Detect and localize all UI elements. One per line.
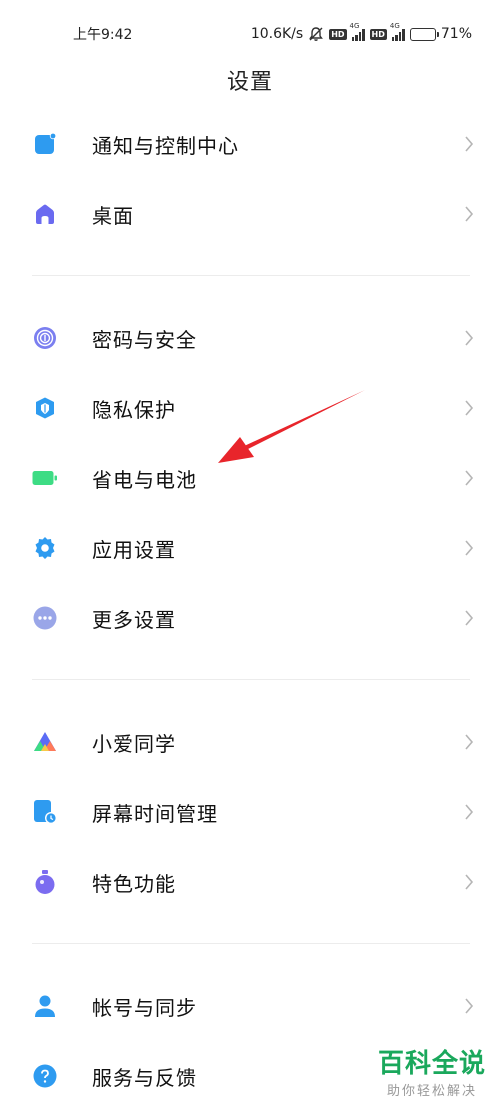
setting-item-more-settings[interactable]: 更多设置 — [0, 583, 500, 653]
setting-item-label: 省电与电池 — [92, 467, 197, 492]
chevron-right-icon — [465, 136, 474, 152]
setting-item-label: 隐私保护 — [92, 397, 176, 422]
settings-screen: 上午9:42 10.6K/s HD 4G HD 4G 71% 设置 通知与控制中… — [0, 0, 500, 1111]
more-dots-icon — [32, 605, 58, 631]
home-icon — [32, 201, 58, 227]
setting-item-label: 更多设置 — [92, 607, 176, 632]
privacy-shield-icon — [32, 395, 58, 421]
signal-icon-1: 4G — [350, 22, 365, 41]
setting-item-label: 特色功能 — [92, 871, 176, 896]
watermark-subtitle: 助你轻松解决 — [386, 1084, 477, 1099]
battery-percent: 71% — [440, 26, 472, 42]
chevron-right-icon — [465, 874, 474, 890]
fingerprint-icon — [32, 325, 58, 351]
status-indicators: 10.6K/s HD 4G HD 4G 71% — [250, 22, 472, 43]
setting-item-account-sync[interactable]: 帐号与同步 — [0, 971, 500, 1041]
xiaoai-icon — [32, 729, 58, 755]
section-divider — [32, 679, 470, 680]
setting-item-xiaoai[interactable]: 小爱同学 — [0, 707, 500, 777]
account-icon — [32, 993, 58, 1019]
setting-item-screen-time[interactable]: 屏幕时间管理 — [0, 777, 500, 847]
gear-icon — [32, 535, 58, 561]
network-speed: 10.6K/s — [250, 26, 304, 42]
chevron-right-icon — [465, 540, 474, 556]
status-bar: 上午9:42 10.6K/s HD 4G HD 4G 71% — [0, 0, 500, 68]
setting-item-label: 桌面 — [92, 203, 134, 228]
chevron-right-icon — [465, 400, 474, 416]
setting-item-label: 密码与安全 — [92, 327, 197, 352]
setting-item-label: 服务与反馈 — [92, 1065, 197, 1090]
setting-item-notifications[interactable]: 通知与控制中心 — [0, 109, 500, 179]
status-time: 上午9:42 — [73, 27, 133, 43]
page-title: 设置 — [226, 70, 273, 95]
hd-badge-2: HD — [369, 28, 387, 40]
setting-item-label: 通知与控制中心 — [92, 133, 239, 158]
setting-item-home-screen[interactable]: 桌面 — [0, 179, 500, 249]
chevron-right-icon — [465, 206, 474, 222]
watermark: 百科全说 助你轻松解决 — [378, 1048, 486, 1099]
signal-icon-2: 4G — [390, 22, 405, 41]
setting-item-password-security[interactable]: 密码与安全 — [0, 303, 500, 373]
annotation-arrow — [218, 390, 365, 463]
notification-icon — [32, 131, 58, 157]
battery-icon — [32, 465, 58, 491]
chevron-right-icon — [465, 734, 474, 750]
battery-status-icon — [409, 27, 439, 41]
section-divider — [32, 275, 470, 276]
hd-badge: HD — [329, 28, 347, 40]
chevron-right-icon — [465, 470, 474, 486]
setting-item-label: 小爱同学 — [92, 731, 176, 756]
chevron-right-icon — [465, 330, 474, 346]
setting-item-app-settings[interactable]: 应用设置 — [0, 513, 500, 583]
setting-item-label: 屏幕时间管理 — [92, 801, 218, 826]
watermark-title: 百科全说 — [377, 1049, 486, 1079]
chevron-right-icon — [465, 998, 474, 1014]
mute-bell-icon — [309, 27, 324, 41]
screen-time-icon — [32, 799, 58, 825]
feature-flask-icon — [32, 869, 58, 895]
help-icon — [32, 1063, 58, 1089]
setting-item-special-features[interactable]: 特色功能 — [0, 847, 500, 917]
setting-item-label: 帐号与同步 — [92, 995, 197, 1020]
chevron-right-icon — [465, 610, 474, 626]
chevron-right-icon — [465, 804, 474, 820]
setting-item-label: 应用设置 — [92, 537, 176, 562]
section-divider — [32, 943, 470, 944]
